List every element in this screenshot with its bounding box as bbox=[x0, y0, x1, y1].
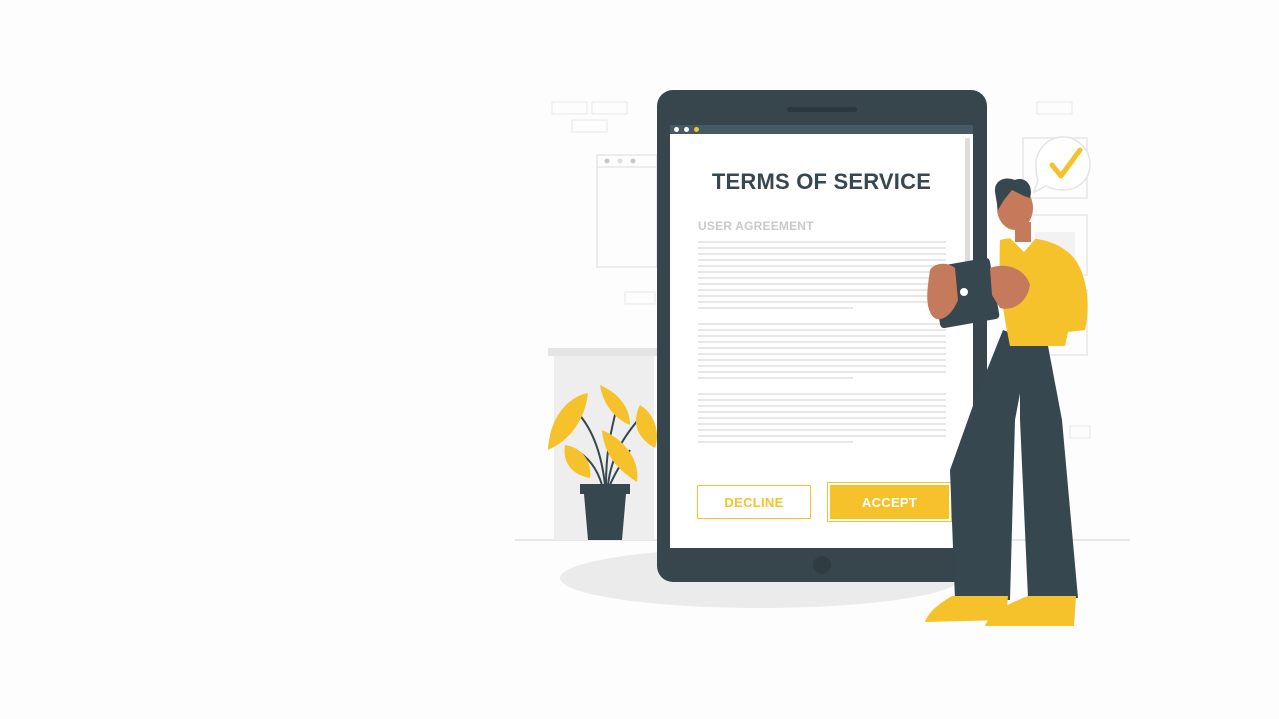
tablet-speaker bbox=[787, 107, 857, 112]
text-line bbox=[698, 289, 946, 291]
text-line bbox=[698, 283, 946, 285]
text-line bbox=[698, 241, 946, 243]
text-line bbox=[698, 277, 946, 279]
home-button[interactable] bbox=[813, 556, 831, 574]
text-line bbox=[698, 411, 946, 413]
text-line bbox=[698, 399, 946, 401]
background-illustration bbox=[515, 101, 1130, 608]
window-dot-icon bbox=[684, 127, 689, 132]
text-line bbox=[698, 247, 946, 249]
text-line bbox=[698, 323, 946, 325]
text-line bbox=[698, 417, 946, 419]
text-line bbox=[698, 301, 946, 303]
text-line bbox=[698, 347, 946, 349]
text-line bbox=[698, 271, 946, 273]
text-line bbox=[698, 377, 853, 379]
speech-bubble-icon bbox=[1032, 136, 1091, 194]
text-line bbox=[698, 307, 853, 309]
text-line bbox=[698, 371, 946, 373]
page-title: TERMS OF SERVICE bbox=[711, 169, 932, 194]
text-line bbox=[698, 359, 946, 361]
text-line bbox=[698, 253, 946, 255]
illustration-scene: TERMS OF SERVICE USER AGREEMENT DECLINE … bbox=[0, 0, 1279, 719]
text-line bbox=[698, 329, 946, 331]
scrollbar[interactable] bbox=[965, 138, 970, 278]
text-line bbox=[698, 335, 946, 337]
text-line bbox=[698, 295, 946, 297]
browser-topbar bbox=[670, 125, 973, 134]
text-line bbox=[698, 265, 946, 267]
tablet-device: TERMS OF SERVICE USER AGREEMENT DECLINE … bbox=[657, 90, 987, 582]
side-table-top bbox=[548, 348, 658, 356]
accept-button[interactable]: ACCEPT bbox=[827, 482, 952, 522]
decline-button[interactable]: DECLINE bbox=[697, 485, 811, 519]
text-line bbox=[698, 441, 853, 443]
window-dot-icon bbox=[694, 127, 699, 132]
text-line bbox=[698, 341, 946, 343]
text-line bbox=[698, 435, 946, 437]
terms-screen: TERMS OF SERVICE USER AGREEMENT DECLINE … bbox=[670, 125, 973, 548]
page-subtitle: USER AGREEMENT bbox=[698, 219, 814, 233]
text-line bbox=[698, 405, 946, 407]
text-line bbox=[698, 353, 946, 355]
text-line bbox=[698, 423, 946, 425]
window-dot-icon bbox=[674, 127, 679, 132]
text-line bbox=[698, 393, 946, 395]
browser-window-outline bbox=[596, 154, 658, 268]
text-line bbox=[698, 429, 946, 431]
text-line bbox=[698, 259, 946, 261]
text-line bbox=[698, 365, 946, 367]
